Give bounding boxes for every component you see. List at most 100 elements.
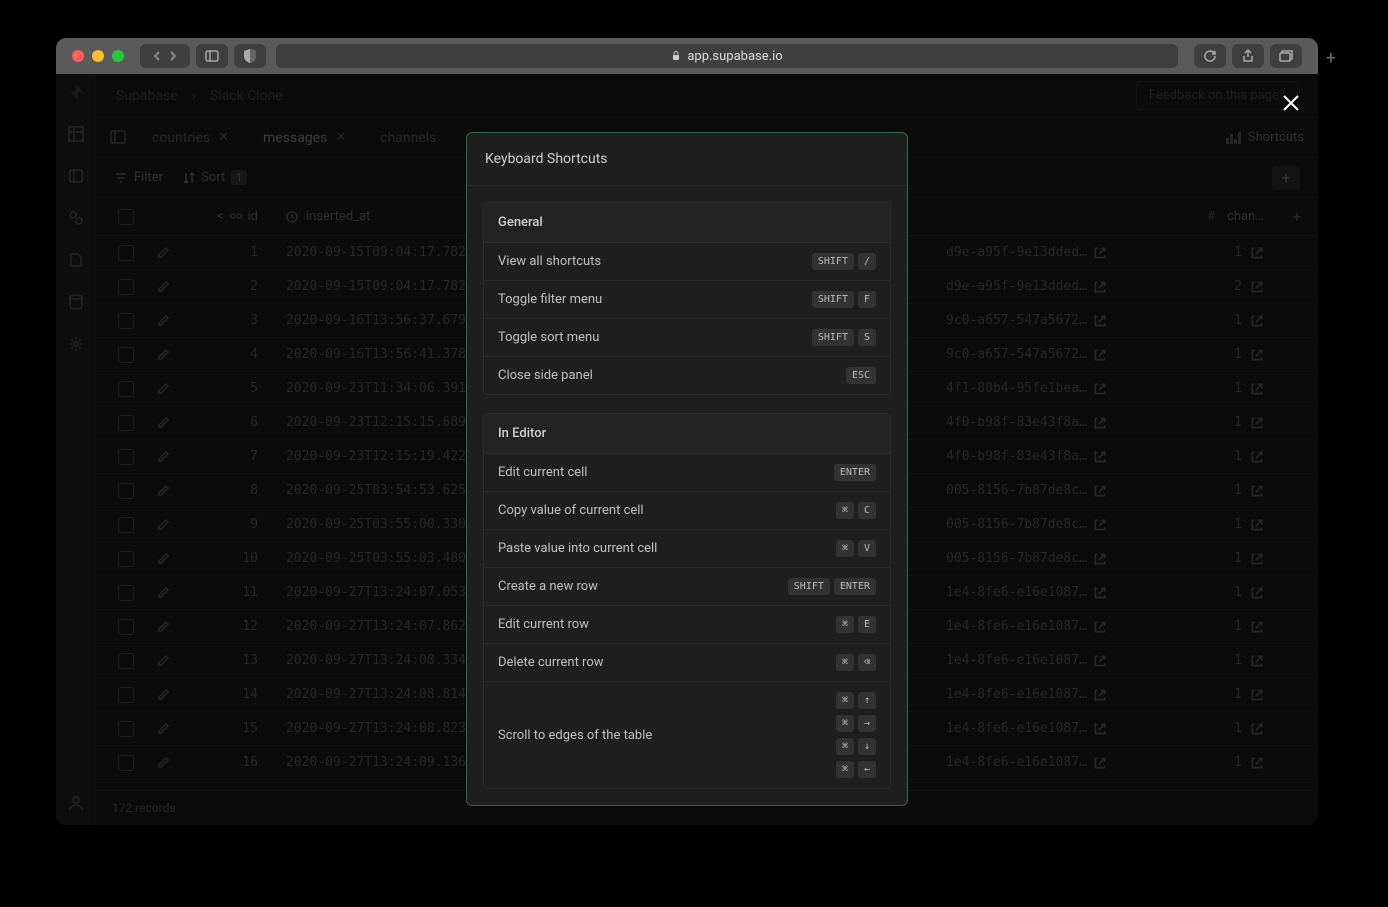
- cell-id[interactable]: 13: [196, 653, 276, 668]
- cell-chan[interactable]: 1: [1156, 721, 1276, 736]
- table-editor-icon[interactable]: [66, 124, 86, 144]
- edit-icon[interactable]: [156, 620, 170, 634]
- external-link-icon[interactable]: [1250, 586, 1264, 600]
- window-minimize[interactable]: [92, 50, 104, 62]
- edit-icon[interactable]: [156, 722, 170, 736]
- filter-button[interactable]: Filter: [114, 170, 163, 185]
- sort-button[interactable]: Sort 1: [183, 170, 247, 185]
- row-checkbox[interactable]: [118, 687, 134, 703]
- external-link-icon[interactable]: [1093, 756, 1107, 770]
- external-link-icon[interactable]: [1093, 586, 1107, 600]
- external-link-icon[interactable]: [1093, 280, 1107, 294]
- panel-icon[interactable]: [110, 129, 128, 147]
- external-link-icon[interactable]: [1250, 722, 1264, 736]
- external-link-icon[interactable]: [1250, 382, 1264, 396]
- cell-uuid[interactable]: 005-8156-7b87de8c…: [946, 483, 1156, 498]
- cell-uuid[interactable]: 4f0-b98f-83e43f8a…: [946, 415, 1156, 430]
- logo-icon[interactable]: [66, 82, 86, 102]
- cell-chan[interactable]: 1: [1156, 517, 1276, 532]
- cell-uuid[interactable]: d9e-a95f-9e13dded…: [946, 279, 1156, 294]
- tab-channels[interactable]: channels: [370, 124, 446, 152]
- row-checkbox[interactable]: [118, 449, 134, 465]
- edit-icon[interactable]: [156, 756, 170, 770]
- row-checkbox[interactable]: [118, 755, 134, 771]
- external-link-icon[interactable]: [1250, 246, 1264, 260]
- cell-chan[interactable]: 1: [1156, 347, 1276, 362]
- url-bar[interactable]: app.supabase.io: [276, 44, 1178, 68]
- external-link-icon[interactable]: [1093, 688, 1107, 702]
- external-link-icon[interactable]: [1250, 314, 1264, 328]
- edit-icon[interactable]: [156, 450, 170, 464]
- external-link-icon[interactable]: [1093, 484, 1107, 498]
- external-link-icon[interactable]: [1250, 552, 1264, 566]
- external-link-icon[interactable]: [1093, 552, 1107, 566]
- cell-uuid[interactable]: 1e4-8fe6-e16e1087…: [946, 653, 1156, 668]
- edit-icon[interactable]: [156, 246, 170, 260]
- cell-chan[interactable]: 1: [1156, 551, 1276, 566]
- external-link-icon[interactable]: [1093, 518, 1107, 532]
- cell-uuid[interactable]: 005-8156-7b87de8c…: [946, 551, 1156, 566]
- row-checkbox[interactable]: [118, 619, 134, 635]
- cell-uuid[interactable]: 1e4-8fe6-e16e1087…: [946, 585, 1156, 600]
- breadcrumb-root[interactable]: Supabase: [116, 88, 178, 104]
- external-link-icon[interactable]: [1250, 518, 1264, 532]
- cell-chan[interactable]: 1: [1156, 415, 1276, 430]
- cell-uuid[interactable]: 1e4-8fe6-e16e1087…: [946, 687, 1156, 702]
- settings-icon[interactable]: [66, 334, 86, 354]
- close-modal-button[interactable]: [1280, 92, 1302, 114]
- tabs-icon[interactable]: [1270, 44, 1302, 68]
- row-checkbox[interactable]: [118, 517, 134, 533]
- cell-chan[interactable]: 2: [1156, 279, 1276, 294]
- tab-countries[interactable]: countries✕: [142, 124, 239, 152]
- edit-icon[interactable]: [156, 518, 170, 532]
- cell-chan[interactable]: 1: [1156, 313, 1276, 328]
- external-link-icon[interactable]: [1250, 348, 1264, 362]
- row-checkbox[interactable]: [118, 313, 134, 329]
- cell-id[interactable]: 9: [196, 517, 276, 532]
- sidebar-toggle-icon[interactable]: [196, 44, 228, 68]
- reload-icon[interactable]: [1194, 44, 1226, 68]
- user-icon[interactable]: [66, 793, 86, 813]
- external-link-icon[interactable]: [1250, 280, 1264, 294]
- row-checkbox[interactable]: [118, 279, 134, 295]
- cell-uuid[interactable]: 1e4-8fe6-e16e1087…: [946, 619, 1156, 634]
- row-checkbox[interactable]: [118, 381, 134, 397]
- external-link-icon[interactable]: [1093, 246, 1107, 260]
- row-checkbox[interactable]: [118, 721, 134, 737]
- row-checkbox[interactable]: [118, 415, 134, 431]
- external-link-icon[interactable]: [1250, 450, 1264, 464]
- add-column-icon[interactable]: +: [1292, 207, 1301, 226]
- cell-id[interactable]: 7: [196, 449, 276, 464]
- cell-chan[interactable]: 1: [1156, 585, 1276, 600]
- row-checkbox[interactable]: [118, 483, 134, 499]
- external-link-icon[interactable]: [1250, 654, 1264, 668]
- share-icon[interactable]: [1232, 44, 1264, 68]
- edit-icon[interactable]: [156, 348, 170, 362]
- shield-icon[interactable]: [234, 44, 266, 68]
- cell-uuid[interactable]: 005-8156-7b87de8c…: [946, 517, 1156, 532]
- tab-messages[interactable]: messages✕: [253, 124, 356, 152]
- external-link-icon[interactable]: [1093, 620, 1107, 634]
- add-button[interactable]: +: [1272, 166, 1300, 190]
- edit-icon[interactable]: [156, 382, 170, 396]
- row-checkbox[interactable]: [118, 347, 134, 363]
- external-link-icon[interactable]: [1250, 620, 1264, 634]
- external-link-icon[interactable]: [1250, 416, 1264, 430]
- new-tab-icon[interactable]: +: [1326, 48, 1336, 69]
- cell-chan[interactable]: 1: [1156, 381, 1276, 396]
- cell-uuid[interactable]: 9c0-a657-547a5672…: [946, 347, 1156, 362]
- cell-chan[interactable]: 1: [1156, 619, 1276, 634]
- cell-id[interactable]: 1: [196, 245, 276, 260]
- cell-id[interactable]: 12: [196, 619, 276, 634]
- edit-icon[interactable]: [156, 552, 170, 566]
- cell-uuid[interactable]: 9c0-a657-547a5672…: [946, 313, 1156, 328]
- external-link-icon[interactable]: [1093, 654, 1107, 668]
- cell-id[interactable]: 16: [196, 755, 276, 770]
- edit-icon[interactable]: [156, 314, 170, 328]
- database-icon[interactable]: [66, 292, 86, 312]
- cell-chan[interactable]: 1: [1156, 483, 1276, 498]
- row-checkbox[interactable]: [118, 653, 134, 669]
- browser-nav-buttons[interactable]: [140, 44, 190, 68]
- row-checkbox[interactable]: [118, 585, 134, 601]
- auth-icon[interactable]: [66, 208, 86, 228]
